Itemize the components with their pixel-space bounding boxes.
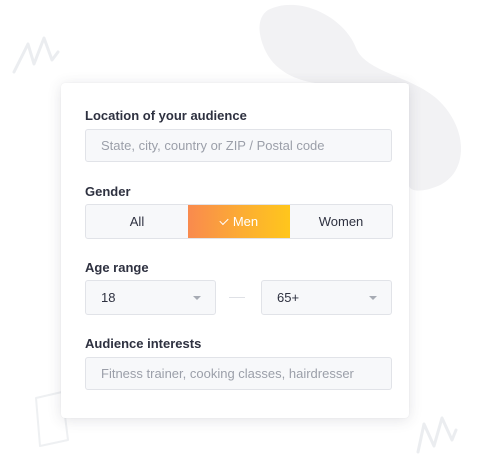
gender-option-men[interactable]: Men — [188, 205, 290, 238]
gender-segmented-control: All Men Women — [85, 204, 393, 239]
age-range-label: Age range — [85, 260, 149, 275]
gender-label: Gender — [85, 184, 131, 199]
stage: Location of your audience State, city, c… — [0, 0, 488, 471]
age-max-select[interactable]: 65+ — [261, 280, 392, 315]
gender-option-men-label: Men — [232, 214, 259, 229]
interests-label: Audience interests — [85, 336, 202, 351]
age-min-select[interactable]: 18 — [85, 280, 216, 315]
chevron-down-icon — [193, 296, 201, 300]
checkmark-icon — [219, 215, 229, 226]
scribble-top-left-icon — [12, 36, 60, 74]
audience-form-card: Location of your audience State, city, c… — [61, 83, 409, 418]
interests-input[interactable]: Fitness trainer, cooking classes, hairdr… — [85, 357, 392, 390]
age-max-value: 65+ — [277, 290, 300, 305]
gender-option-all[interactable]: All — [86, 205, 188, 238]
age-min-value: 18 — [101, 290, 116, 305]
location-input[interactable]: State, city, country or ZIP / Postal cod… — [85, 129, 392, 162]
gender-option-women[interactable]: Women — [290, 205, 392, 238]
location-label: Location of your audience — [85, 108, 247, 123]
chevron-down-icon — [369, 296, 377, 300]
scribble-bottom-right-icon — [416, 416, 458, 454]
age-range-separator — [229, 297, 245, 298]
